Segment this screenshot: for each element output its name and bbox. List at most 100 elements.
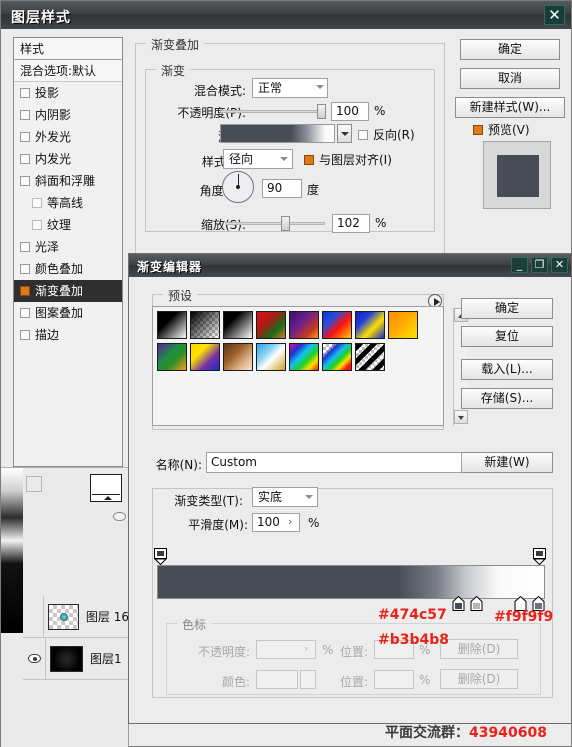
gradient-editor-title: 渐变编辑器 — [137, 260, 203, 274]
checkbox-icon[interactable] — [20, 110, 30, 120]
smoothness-stepper-icon[interactable]: › — [288, 515, 292, 528]
color-stop-2[interactable] — [470, 595, 483, 611]
sidebar-item-texture[interactable]: 纹理 — [14, 214, 122, 236]
watermark-text: 平面交流群： — [385, 725, 469, 741]
name-label: 名称(N): — [155, 458, 202, 472]
sidebar-item-label: 图案叠加 — [35, 306, 84, 320]
checkbox-icon[interactable] — [20, 176, 30, 186]
close-icon[interactable]: ✕ — [544, 5, 565, 25]
eye-icon[interactable] — [113, 512, 126, 521]
scale-input[interactable]: 102 — [332, 214, 370, 233]
opacity-input[interactable]: 100 — [331, 102, 369, 121]
checkbox-icon[interactable] — [358, 129, 368, 140]
opacity-slider[interactable] — [220, 110, 325, 113]
checkbox-icon[interactable] — [20, 330, 30, 340]
page-title: 图层样式 — [11, 10, 71, 26]
gradient-dropdown-button[interactable] — [337, 124, 352, 143]
checkbox-icon[interactable] — [20, 154, 30, 164]
gradient-name-input[interactable]: Custom — [206, 452, 462, 473]
align-with-layer-checkbox[interactable]: 与图层对齐(I) — [304, 151, 392, 168]
sidebar-item-drop-shadow[interactable]: 投影 — [14, 82, 122, 104]
style-select[interactable]: 径向 — [223, 149, 293, 169]
sidebar-item-gradient-overlay[interactable]: 渐变叠加 — [14, 280, 122, 302]
stop-position-unit-2: % — [419, 673, 431, 687]
stop-opacity-stepper-icon[interactable]: › — [304, 642, 308, 655]
sidebar-item-label: 渐变叠加 — [35, 284, 84, 298]
sidebar-item-outer-glow[interactable]: 外发光 — [14, 126, 122, 148]
checkbox-icon[interactable] — [304, 154, 314, 165]
stop-position-input-2[interactable] — [374, 670, 414, 689]
sidebar-item-color-overlay[interactable]: 颜色叠加 — [14, 258, 122, 280]
checkbox-icon[interactable] — [473, 124, 483, 135]
layer-visibility-cell[interactable] — [23, 638, 46, 679]
sidebar-item-label: 描边 — [35, 328, 60, 342]
scale-slider[interactable] — [225, 222, 325, 225]
layers-panel: 图层 16 图层1 — [1, 467, 129, 747]
sidebar-item-bevel-emboss[interactable]: 斜面和浮雕 — [14, 170, 122, 192]
gradient-editor-ok-button[interactable]: 确定 — [461, 298, 553, 319]
smoothness-label: 平滑度(M): — [188, 518, 248, 532]
minimize-icon[interactable]: _ — [511, 257, 528, 273]
maximize-icon[interactable]: ❐ — [531, 257, 548, 273]
stop-color-dropdown[interactable] — [300, 670, 316, 689]
smoothness-unit: % — [308, 516, 320, 530]
annotation-stop-left: #474c57 — [378, 607, 447, 623]
gradient-editor-save-button[interactable]: 存储(S)... — [461, 388, 553, 409]
checkbox-icon[interactable] — [20, 286, 30, 296]
cancel-button[interactable]: 取消 — [460, 68, 560, 89]
presets-group-title: 预设 — [163, 287, 198, 304]
color-stop-1[interactable] — [452, 595, 465, 611]
stop-color-swatch[interactable] — [256, 670, 298, 689]
checkbox-icon[interactable] — [20, 88, 30, 98]
sidebar-item-pattern-overlay[interactable]: 图案叠加 — [14, 302, 122, 324]
opacity-stop-left[interactable] — [153, 548, 168, 566]
angle-dial[interactable] — [222, 171, 254, 203]
blend-mode-select[interactable]: 正常 — [252, 78, 328, 98]
sidebar-item-contour[interactable]: 等高线 — [14, 192, 122, 214]
checkbox-icon[interactable] — [32, 220, 42, 230]
opacity-stop-right[interactable] — [532, 548, 547, 566]
smoothness-input[interactable]: 100 — [252, 513, 300, 532]
sidebar-item-satin[interactable]: 光泽 — [14, 236, 122, 258]
sidebar-item-inner-glow[interactable]: 内发光 — [14, 148, 122, 170]
scale-slider-thumb[interactable] — [281, 216, 290, 231]
new-style-button[interactable]: 新建样式(W)... — [455, 97, 565, 118]
sidebar-item-inner-shadow[interactable]: 内阴影 — [14, 104, 122, 126]
checkbox-icon[interactable] — [20, 308, 30, 318]
stop-color-label: 颜色: — [221, 675, 250, 689]
angle-input[interactable]: 90 — [262, 179, 302, 198]
gradient-editor-reset-button[interactable]: 复位 — [461, 326, 553, 347]
gradient-strip[interactable] — [157, 565, 545, 599]
checkbox-icon[interactable] — [20, 242, 30, 252]
gradient-editor-new-button[interactable]: 新建(W) — [461, 452, 553, 473]
gradient-swatch-button[interactable] — [220, 124, 335, 143]
ok-button[interactable]: 确定 — [460, 39, 560, 60]
preview-checkbox[interactable]: 预览(V) — [473, 121, 530, 138]
layer-thumbnail — [48, 603, 79, 630]
sidebar-item-label: 内发光 — [35, 152, 72, 166]
preview-thumbnail — [483, 141, 551, 209]
layer-name: 图层 16 — [85, 610, 129, 624]
gradient-type-select[interactable]: 实底 — [252, 487, 318, 507]
layer-visibility-cell[interactable] — [23, 596, 45, 637]
close-icon[interactable]: ✕ — [551, 257, 568, 273]
reverse-checkbox[interactable]: 反向(R) — [358, 126, 415, 143]
style-list: 样式 混合选项:默认 投影 内阴影 外发光 内发光 斜面和浮雕 等高线 纹理 光… — [13, 37, 123, 467]
reverse-label: 反向(R) — [373, 128, 415, 142]
delete-stop-button-2[interactable]: 删除(D) — [440, 669, 518, 689]
checkbox-icon[interactable] — [32, 198, 42, 208]
eye-icon[interactable] — [27, 654, 41, 663]
sidebar-item-blend-options[interactable]: 混合选项:默认 — [14, 60, 122, 82]
gradient-editor-load-button[interactable]: 载入(L)... — [461, 359, 553, 380]
opacity-slider-thumb[interactable] — [317, 104, 326, 119]
list-item[interactable]: 图层 16 — [23, 596, 129, 638]
delete-stop-button-1[interactable]: 删除(D) — [440, 639, 518, 659]
layer-name: 图层1 — [90, 652, 122, 666]
sidebar-item-stroke[interactable]: 描边 — [14, 324, 122, 346]
stop-position-label-1: 位置: — [339, 645, 368, 659]
checkbox-icon[interactable] — [20, 264, 30, 274]
title-bar: 图层样式 ✕ — [1, 1, 571, 29]
checkbox-icon[interactable] — [20, 132, 30, 142]
list-item[interactable]: 图层1 — [23, 638, 128, 680]
scale-unit: % — [375, 216, 387, 230]
